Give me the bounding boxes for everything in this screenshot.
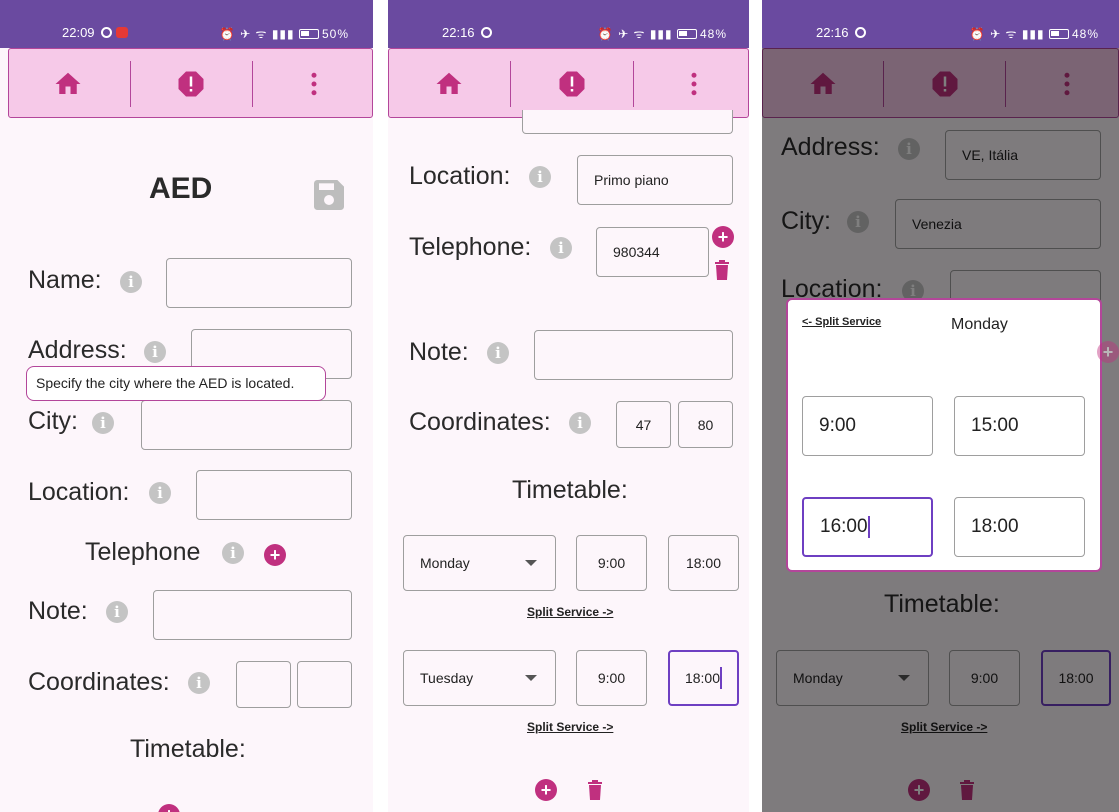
address-label: Address:: [28, 336, 127, 364]
coordinates-label: Coordinates:: [409, 408, 551, 436]
note-label: Note:: [409, 338, 469, 366]
status-time: 22:16: [442, 25, 492, 40]
dialog-day: Monday: [951, 316, 1008, 333]
page-title: AED: [149, 172, 213, 205]
name-label: Name:: [28, 266, 102, 294]
note-input[interactable]: [153, 590, 352, 640]
status-indicators: ⏰ ✈ ᯤ ▮▮▮ 48%: [597, 27, 727, 41]
slot1-open-input[interactable]: 9:00: [802, 396, 933, 456]
text-cursor: [720, 667, 723, 689]
camera-icon: [480, 27, 492, 38]
text-cursor: [867, 516, 870, 538]
city-label: City:: [28, 407, 78, 435]
info-icon[interactable]: i: [106, 601, 128, 623]
info-icon[interactable]: i: [569, 412, 591, 434]
status-time: 22:09: [62, 25, 128, 40]
status-bar: 22:09 ⏰ ✈ ᯤ ▮▮▮ 50%: [0, 0, 373, 48]
dropdown-caret-icon: [525, 675, 537, 681]
longitude-input[interactable]: 80: [678, 401, 733, 448]
close-time-input-focused[interactable]: 18:00: [668, 650, 739, 706]
camera-icon: [100, 27, 112, 38]
camera-icon: [854, 27, 866, 38]
info-icon[interactable]: i: [222, 542, 244, 564]
location-label: Location:: [409, 162, 511, 190]
timetable-heading: Timetable:: [130, 735, 246, 763]
open-time-input[interactable]: 9:00: [576, 535, 647, 591]
add-telephone-icon[interactable]: +: [712, 226, 734, 248]
close-time-value: 18:00: [684, 670, 721, 686]
split-service-link[interactable]: Split Service ->: [527, 720, 613, 734]
save-icon[interactable]: [309, 175, 349, 215]
location-input[interactable]: Primo piano: [577, 155, 733, 205]
battery-icon: [298, 29, 319, 39]
add-timetable-icon[interactable]: +: [158, 804, 180, 812]
telephone-input[interactable]: 980344: [596, 227, 709, 277]
day-select[interactable]: Monday: [403, 535, 556, 591]
info-icon[interactable]: i: [144, 341, 166, 363]
delete-icon[interactable]: [587, 780, 603, 800]
city-input[interactable]: [522, 110, 733, 134]
open-time-input[interactable]: 9:00: [576, 650, 647, 706]
status-bar: 22:16 ⏰ ✈ ᯤ ▮▮▮ 48%: [762, 0, 1119, 48]
telephone-label: Telephone: [85, 538, 201, 566]
split-service-dialog: <- Split Service Monday 9:00 15:00 16:00…: [786, 298, 1102, 572]
coordinates-label: Coordinates:: [28, 668, 170, 696]
telephone-label: Telephone:: [409, 233, 532, 261]
battery-icon: [676, 29, 697, 39]
info-icon[interactable]: i: [92, 412, 114, 434]
day-select[interactable]: Tuesday: [403, 650, 556, 706]
screen-aed-timetable: 22:16 ⏰ ✈ ᯤ ▮▮▮ 48% Location: i Primo pi…: [388, 0, 749, 812]
city-input[interactable]: [141, 400, 352, 450]
screen-aed-form: 22:09 ⏰ ✈ ᯤ ▮▮▮ 50% AED Name: i Address:…: [0, 0, 373, 812]
status-indicators: ⏰ ✈ ᯤ ▮▮▮ 50%: [219, 27, 349, 41]
alert-octagon-icon[interactable]: [176, 69, 206, 99]
status-bar: 22:16 ⏰ ✈ ᯤ ▮▮▮ 48%: [388, 0, 749, 48]
home-icon[interactable]: [53, 69, 83, 99]
add-telephone-icon[interactable]: +: [264, 544, 286, 566]
more-vert-icon[interactable]: [299, 69, 329, 99]
info-icon[interactable]: i: [487, 342, 509, 364]
info-icon[interactable]: i: [550, 237, 572, 259]
info-icon[interactable]: i: [529, 166, 551, 188]
info-icon[interactable]: i: [188, 672, 210, 694]
city-tooltip: Specify the city where the AED is locate…: [26, 366, 326, 401]
back-split-service-link[interactable]: <- Split Service: [802, 316, 881, 328]
day-select-value: Tuesday: [420, 670, 474, 686]
location-input[interactable]: [196, 470, 352, 520]
record-icon: [115, 27, 128, 38]
home-icon[interactable]: [434, 69, 464, 99]
name-input[interactable]: [166, 258, 352, 308]
slot2-close-input[interactable]: 18:00: [954, 497, 1085, 557]
delete-icon[interactable]: [714, 260, 730, 280]
status-indicators: ⏰ ✈ ᯤ ▮▮▮ 48%: [969, 27, 1099, 41]
slot1-close-input[interactable]: 15:00: [954, 396, 1085, 456]
split-service-link[interactable]: Split Service ->: [527, 605, 613, 619]
longitude-input[interactable]: [297, 661, 352, 708]
slot2-open-value: 16:00: [820, 516, 868, 537]
alert-octagon-icon[interactable]: [557, 69, 587, 99]
latitude-input[interactable]: 47: [616, 401, 671, 448]
toolbar: [388, 48, 749, 118]
info-icon[interactable]: i: [149, 482, 171, 504]
info-icon[interactable]: i: [120, 271, 142, 293]
screen-split-service-dialog: 22:16 ⏰ ✈ ᯤ ▮▮▮ 48% Address: i VE, Itáli…: [762, 0, 1119, 812]
note-input[interactable]: [534, 330, 733, 380]
timetable-heading: Timetable:: [512, 476, 628, 504]
toolbar: [8, 48, 373, 118]
battery-icon: [1048, 29, 1069, 39]
more-vert-icon[interactable]: [679, 69, 709, 99]
close-time-input[interactable]: 18:00: [668, 535, 739, 591]
status-time: 22:16: [816, 25, 866, 40]
location-label: Location:: [28, 478, 130, 506]
add-telephone-icon: +: [1097, 341, 1119, 363]
slot2-open-input-focused[interactable]: 16:00: [802, 497, 933, 557]
latitude-input[interactable]: [236, 661, 291, 708]
add-timetable-icon[interactable]: +: [535, 779, 557, 801]
day-select-value: Monday: [420, 555, 470, 571]
dropdown-caret-icon: [525, 560, 537, 566]
note-label: Note:: [28, 597, 88, 625]
